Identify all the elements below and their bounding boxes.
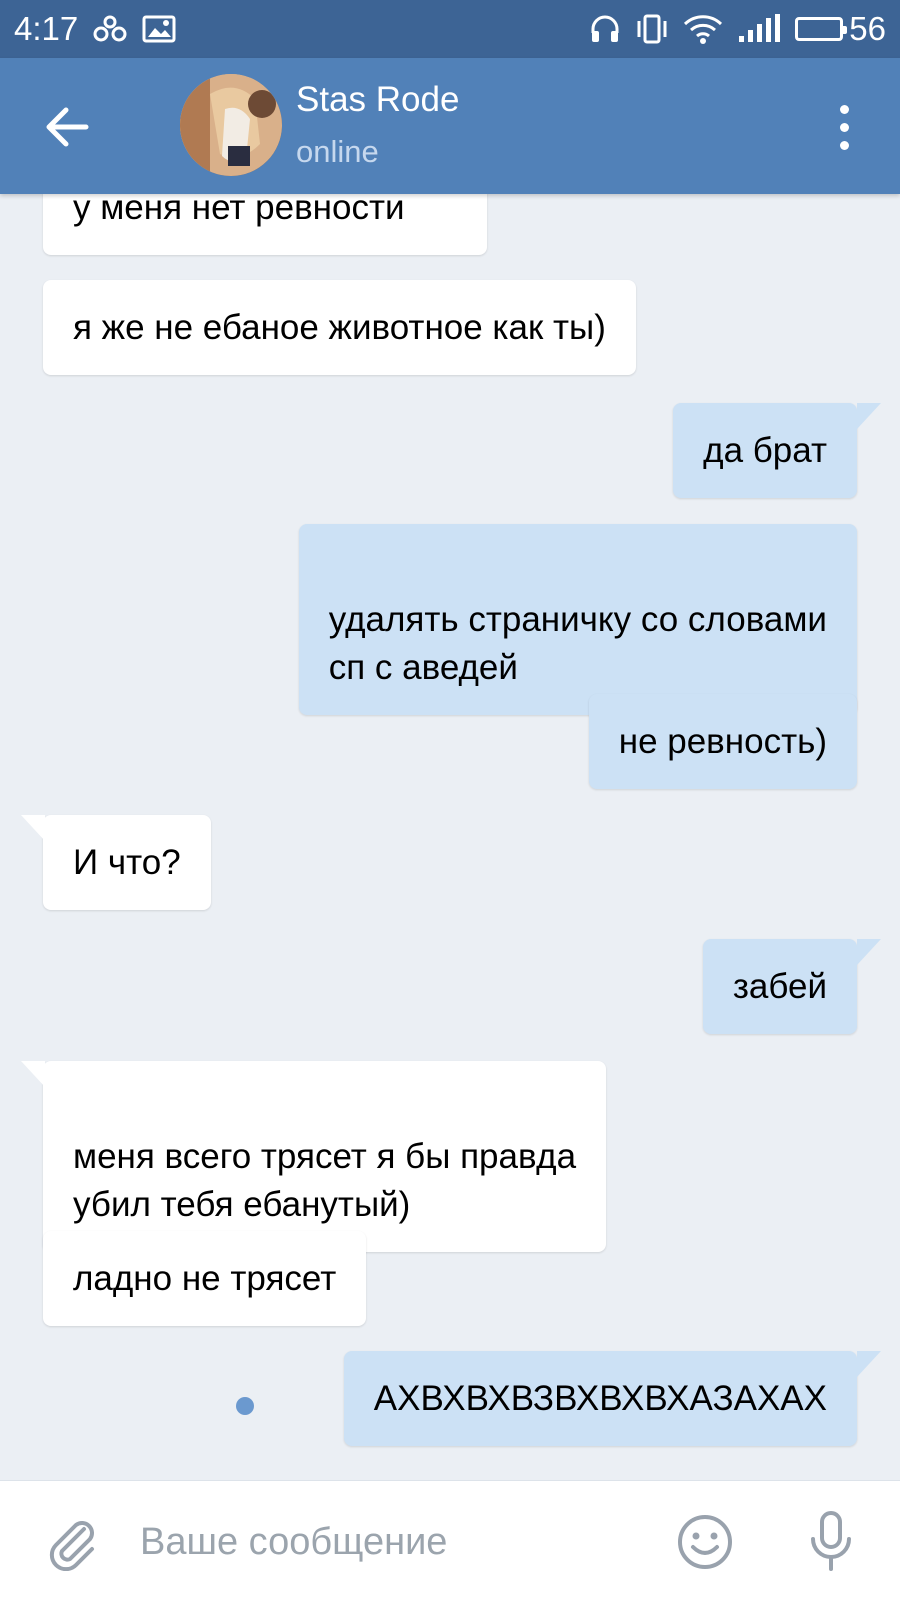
battery-icon: 56 bbox=[795, 10, 886, 48]
message-text: АХВХВХВЗВХВХВХАЗАХАХ bbox=[373, 1379, 827, 1418]
message-incoming[interactable]: у меня нет ревности bbox=[43, 194, 487, 255]
contact-name[interactable]: Stas Rode bbox=[296, 80, 459, 120]
message-outgoing[interactable]: удалять страничку со словами сп с аведей bbox=[298, 524, 857, 715]
avatar[interactable] bbox=[180, 74, 282, 176]
message-text: удалять страничку со словами сп с аведей bbox=[328, 600, 827, 687]
message-incoming[interactable]: И что? bbox=[21, 815, 211, 910]
message-outgoing[interactable]: не ревность) bbox=[588, 694, 857, 789]
headphones-icon bbox=[589, 13, 621, 45]
message-text: И что? bbox=[73, 843, 181, 882]
message-incoming[interactable]: ладно не трясет bbox=[43, 1231, 367, 1326]
chat-header: Stas Rode online bbox=[0, 58, 900, 194]
unread-indicator bbox=[236, 1397, 254, 1415]
message-outgoing[interactable]: да брат bbox=[673, 403, 881, 498]
message-input[interactable] bbox=[140, 1507, 640, 1577]
message-text: не ревность) bbox=[618, 722, 827, 761]
image-icon bbox=[142, 14, 176, 44]
signal-icon bbox=[737, 14, 781, 44]
message-outgoing[interactable]: АХВХВХВЗВХВХВХАЗАХАХ bbox=[343, 1351, 882, 1446]
message-list[interactable]: у меня нет ревности я же не ебаное живот… bbox=[0, 194, 900, 1480]
status-time: 4:17 bbox=[14, 10, 79, 47]
vibrate-icon bbox=[635, 13, 669, 45]
more-vertical-icon[interactable] bbox=[832, 100, 856, 154]
smile-icon[interactable] bbox=[676, 1513, 734, 1571]
status-bar: 4:17 56 bbox=[0, 0, 900, 58]
message-incoming[interactable]: меня всего трясет я бы правда убил тебя … bbox=[20, 1061, 607, 1252]
message-text: ладно не трясет bbox=[73, 1259, 337, 1298]
message-incoming[interactable]: я же не ебаное животное как ты) bbox=[43, 280, 636, 375]
message-text: забей bbox=[732, 967, 827, 1006]
paperclip-icon[interactable] bbox=[44, 1515, 100, 1572]
battery-percent: 56 bbox=[849, 10, 886, 47]
wifi-icon bbox=[683, 13, 723, 45]
message-text: да брат bbox=[703, 431, 827, 470]
message-input-bar bbox=[0, 1480, 900, 1600]
message-text: меня всего трясет я бы правда убил тебя … bbox=[73, 1137, 577, 1224]
back-button[interactable] bbox=[40, 100, 94, 154]
link-icon bbox=[92, 14, 128, 44]
message-text: я же не ебаное животное как ты) bbox=[73, 308, 606, 347]
contact-status: online bbox=[296, 134, 379, 169]
message-outgoing[interactable]: забей bbox=[702, 939, 882, 1034]
back-arrow-icon bbox=[46, 107, 89, 147]
message-text: у меня нет ревности bbox=[73, 194, 405, 227]
microphone-icon[interactable] bbox=[806, 1509, 856, 1573]
